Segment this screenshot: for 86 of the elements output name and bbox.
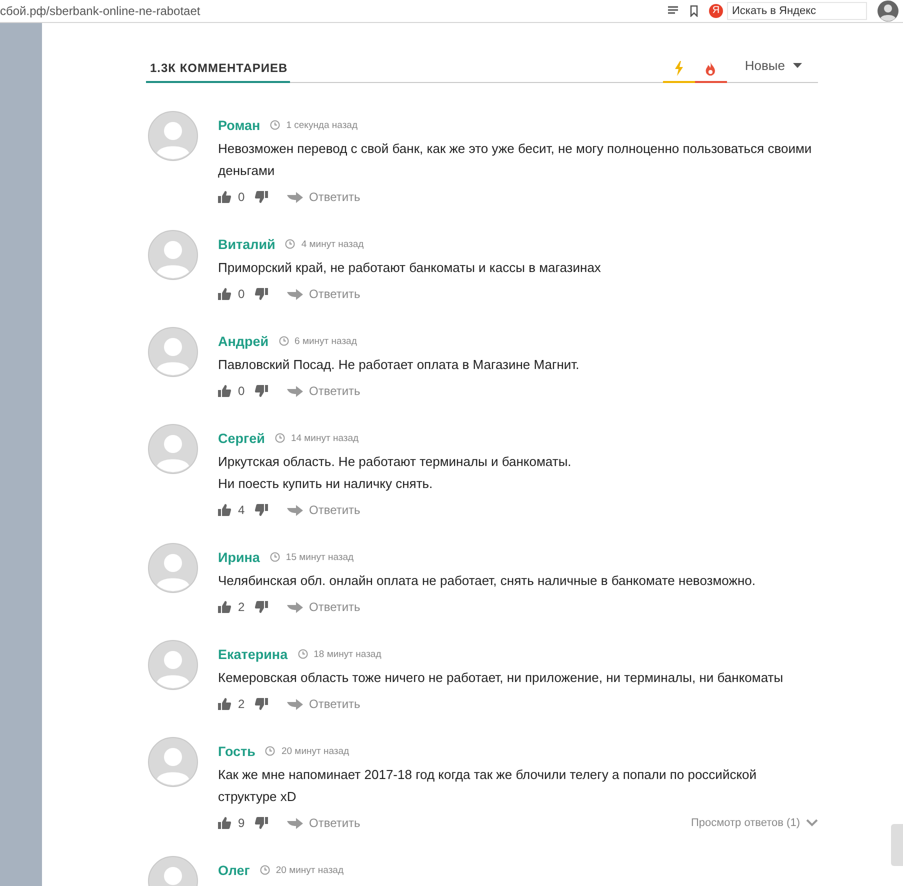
- reply-arrow-icon: [287, 386, 303, 396]
- author-name[interactable]: Олег: [218, 862, 250, 878]
- comments-count: 1.3К КОММЕНТАРИЕВ: [146, 61, 290, 83]
- reply-arrow-icon: [287, 698, 303, 710]
- clock-icon: [278, 336, 289, 346]
- comment-time[interactable]: 14 минут назад: [290, 432, 359, 444]
- author-name[interactable]: Андрей: [218, 334, 269, 348]
- thumbs-down-icon[interactable]: [255, 385, 268, 397]
- clock-icon: [298, 649, 308, 659]
- reply-arrow-icon: [287, 504, 303, 516]
- comment-time[interactable]: 15 минут назад: [286, 552, 354, 562]
- reader-icon[interactable]: [667, 6, 679, 16]
- caret-down-icon: [793, 62, 802, 68]
- comment-time[interactable]: 1 секунда назад: [286, 120, 358, 130]
- comment-time[interactable]: 18 минут назад: [314, 648, 382, 660]
- user-avatar-icon[interactable]: [877, 0, 899, 22]
- thumbs-down-icon[interactable]: [255, 504, 268, 516]
- thumbs-up-icon[interactable]: [218, 385, 231, 397]
- lightning-icon: [674, 60, 684, 76]
- address-field[interactable]: сбой.рф/sberbank-online-ne-rabotaet: [0, 4, 657, 18]
- like-count: 0: [238, 384, 246, 398]
- avatar-icon: [148, 111, 198, 161]
- like-count: 0: [238, 287, 246, 301]
- bookmark-icon[interactable]: [689, 5, 699, 17]
- comment-time[interactable]: 6 минут назад: [294, 336, 357, 346]
- comment-text: Павловский Посад. Не работает оплата в Магазине Магнит.: [218, 356, 580, 374]
- clock-icon: [265, 746, 276, 756]
- reply-button[interactable]: Ответить: [287, 190, 360, 204]
- comment-text: Иркутская область. Не работают терминалы и банкоматы. Ни поесть купить ни наличку снять.: [218, 453, 572, 493]
- flame-icon: [705, 60, 716, 76]
- search-logo: Я: [709, 4, 723, 18]
- author-name[interactable]: Сергей: [218, 430, 265, 446]
- author-name[interactable]: Ирина: [218, 550, 260, 564]
- reply-arrow-icon: [287, 602, 303, 612]
- like-count: 0: [238, 190, 246, 204]
- reply-button[interactable]: Ответить: [287, 816, 360, 830]
- thumbs-up-icon[interactable]: [218, 601, 231, 613]
- author-name[interactable]: Роман: [218, 118, 260, 132]
- reply-arrow-icon: [287, 288, 303, 300]
- comment-time[interactable]: 20 минут назад: [276, 864, 344, 876]
- clock-icon: [274, 433, 285, 443]
- avatar-icon: [148, 640, 198, 690]
- thumbs-down-icon[interactable]: [255, 698, 268, 710]
- author-name[interactable]: Виталий: [218, 236, 276, 252]
- comment-text: Кемеровская область тоже ничего не работает, ни приложение, ни терминалы, ни банкоматы: [218, 669, 784, 687]
- chevron-down-icon: [806, 819, 818, 827]
- avatar-icon: [148, 543, 198, 593]
- reply-arrow-icon: [287, 818, 303, 828]
- avatar-icon: [148, 327, 198, 377]
- avatar-icon: [148, 737, 198, 787]
- clock-icon: [285, 239, 296, 249]
- thumbs-up-icon[interactable]: [218, 817, 231, 829]
- reply-button[interactable]: Ответить: [287, 384, 360, 398]
- reply-button[interactable]: Ответить: [287, 287, 360, 301]
- thumbs-down-icon[interactable]: [255, 817, 268, 829]
- like-count: 2: [238, 600, 246, 614]
- reply-button[interactable]: Ответить: [287, 697, 360, 711]
- thumbs-up-icon[interactable]: [218, 191, 231, 203]
- comment-text: Челябинская обл. онлайн оплата не работает, снять наличные в банкомате невозможно.: [218, 572, 756, 590]
- author-name[interactable]: Екатерина: [218, 646, 288, 662]
- reply-arrow-icon: [287, 192, 303, 202]
- thumbs-down-icon[interactable]: [255, 288, 268, 300]
- scrollbar-thumb[interactable]: [891, 824, 903, 866]
- avatar-icon: [148, 424, 198, 474]
- comment-text: Приморский край, не работают банкоматы и кассы в магазинах: [218, 259, 602, 277]
- like-count: 2: [238, 697, 246, 711]
- comment-text: Как же мне напоминает 2017-18 год когда так же блочили телегу а попали по российской структуре xD: [218, 766, 758, 806]
- thumbs-down-icon[interactable]: [255, 601, 268, 613]
- reply-button[interactable]: Ответить: [287, 600, 360, 614]
- view-replies-button[interactable]: Просмотр ответов (1): [690, 817, 818, 829]
- thumbs-up-icon[interactable]: [218, 504, 231, 516]
- like-count: 4: [238, 503, 246, 517]
- thumbs-up-icon[interactable]: [218, 288, 231, 300]
- clock-icon: [270, 552, 280, 562]
- clock-icon: [270, 120, 280, 130]
- author-name[interactable]: Гость: [218, 744, 256, 758]
- like-count: 9: [238, 816, 246, 830]
- comment-time[interactable]: 4 минут назад: [301, 238, 364, 250]
- thumbs-up-icon[interactable]: [218, 698, 231, 710]
- comment-time[interactable]: 20 минут назад: [281, 746, 350, 756]
- clock-icon: [260, 865, 270, 875]
- comment-text: Невозможен перевод с свой банк, как же это уже бесит, не могу полноценно пользоваться своими деньгами: [218, 140, 813, 180]
- avatar-icon: [148, 230, 198, 280]
- thumbs-down-icon[interactable]: [255, 191, 268, 203]
- reply-button[interactable]: Ответить: [287, 503, 360, 517]
- search-field[interactable]: Искать в Яндекс: [727, 2, 867, 20]
